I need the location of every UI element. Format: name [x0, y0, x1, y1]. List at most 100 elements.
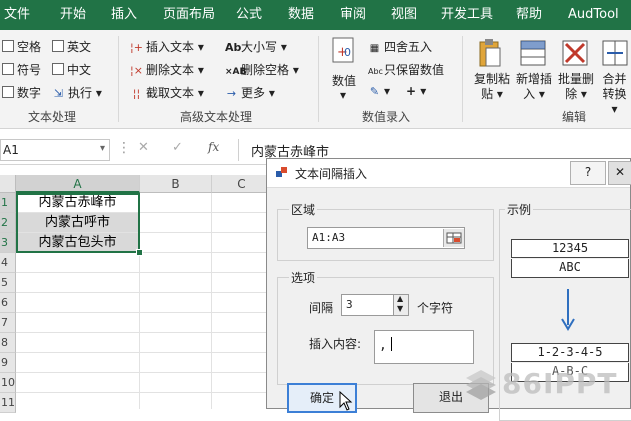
edit-icon: ✎ [369, 85, 380, 98]
mouse-cursor-icon [339, 390, 353, 414]
tab-review[interactable]: 审阅 [340, 0, 366, 30]
tab-view[interactable]: 视图 [391, 0, 417, 30]
selection-border [16, 193, 140, 253]
value-button[interactable]: 数值 [332, 72, 356, 89]
tab-insert[interactable]: 插入 [111, 0, 137, 30]
plus-icon: + [406, 84, 417, 98]
row-header[interactable]: 9 [0, 353, 16, 373]
row-header[interactable]: 1 [0, 193, 16, 213]
example-after-line-1: 1-2-3-4-5 [511, 343, 629, 362]
checkbox-symbol[interactable]: 符号 [2, 61, 41, 78]
checkbox-english[interactable]: 英文 [52, 38, 91, 55]
row-header[interactable]: 11 [0, 393, 16, 413]
extract-text-label: 截取文本 [146, 86, 195, 100]
insert-content-value: , [379, 338, 387, 353]
merge-convert-button[interactable]: 合并转换 ▾ [598, 72, 631, 117]
options-label: 选项 [289, 269, 318, 286]
checkbox-label: 英文 [67, 40, 92, 54]
clipboard-icon [476, 38, 506, 70]
execute-icon: ⇲ [53, 87, 64, 100]
edit-values-button[interactable]: ✎ ▾ [368, 84, 390, 98]
group-label-numeric-entry: 数值录入 [362, 110, 411, 124]
delete-text-button[interactable]: ¦× 删除文本 ▾ [130, 61, 204, 78]
interval-stepper[interactable]: ▲ ▼ [393, 294, 409, 316]
tab-developer[interactable]: 开发工具 [441, 0, 493, 30]
more-button[interactable]: → 更多 ▾ [225, 84, 275, 101]
watermark-logo-icon [466, 370, 496, 400]
keep-values-icon: Abc [368, 67, 383, 76]
checkbox-icon [2, 63, 14, 75]
row-header[interactable]: 10 [0, 373, 16, 393]
group-divider [462, 36, 463, 122]
fill-handle[interactable] [136, 249, 143, 256]
checkbox-number[interactable]: 数字 [2, 84, 41, 101]
name-box[interactable]: A1 ▾ [0, 139, 110, 161]
column-header-b[interactable]: B [140, 175, 212, 193]
insert-content-label: 插入内容: [309, 337, 362, 351]
row-header[interactable]: 4 [0, 253, 16, 273]
column-header-c[interactable]: C [212, 175, 272, 193]
tab-home[interactable]: 开始 [60, 0, 86, 30]
insert-text-label: 插入文本 [146, 40, 195, 54]
cancel-icon[interactable]: ✕ [138, 140, 149, 155]
checkbox-space[interactable]: 空格 [2, 38, 41, 55]
insert-content-input[interactable]: , [374, 330, 474, 364]
example-label: 示例 [505, 201, 534, 218]
row-header[interactable]: 3 [0, 233, 16, 253]
watermark-text: 86IPPT [502, 367, 618, 400]
copy-paste-button[interactable]: 复制粘贴 ▾ [472, 72, 512, 102]
close-button[interactable]: ✕ [608, 161, 631, 185]
row-header[interactable]: 5 [0, 273, 16, 293]
range-picker-button[interactable] [443, 229, 464, 247]
chevron-down-icon[interactable]: ▾ [100, 143, 105, 154]
row-header[interactable]: 6 [0, 293, 16, 313]
tab-page-layout[interactable]: 页面布局 [163, 0, 215, 30]
region-input[interactable]: A1:A3 [307, 227, 465, 249]
execute-button[interactable]: ⇲ 执行 ▾ [52, 84, 102, 101]
add-insert-button[interactable]: 新增插入 ▾ [514, 72, 554, 102]
row-header[interactable]: 2 [0, 213, 16, 233]
plus-button[interactable]: + ▾ [406, 84, 426, 98]
enter-icon[interactable]: ✓ [172, 140, 183, 155]
copy-paste-label: 复制粘贴 [473, 72, 510, 101]
group-label-text-processing: 文本处理 [28, 110, 77, 124]
arrow-right-icon: → [226, 87, 237, 100]
tab-audtool[interactable]: AudTool [568, 0, 619, 30]
checkbox-label: 空格 [17, 40, 42, 54]
chevron-down-icon: ▾ [340, 88, 347, 102]
keep-values-label: 只保留数值 [384, 63, 445, 77]
dialog-title-bar: 文本间隔插入 ? ✕ [267, 159, 631, 188]
insert-text-button[interactable]: ¦+ 插入文本 ▾ [130, 38, 204, 55]
svg-text:0: 0 [344, 46, 351, 59]
interval-input[interactable]: 3 [341, 294, 395, 316]
checkbox-icon [52, 40, 64, 52]
keep-values-button[interactable]: Abc只保留数值 [368, 61, 444, 78]
case-button[interactable]: Ab大小写 ▾ [225, 38, 287, 55]
column-header-a[interactable]: A [16, 175, 140, 193]
ok-label: 确定 [309, 391, 334, 405]
round-icon: ▦ [369, 43, 380, 54]
chevron-up-icon[interactable]: ▲ [397, 294, 403, 303]
tab-file[interactable]: 文件 [4, 0, 30, 30]
checkbox-label: 中文 [67, 63, 92, 77]
group-label-edit: 编辑 [562, 110, 587, 124]
delete-space-button[interactable]: ×AB删除空格 ▾ [225, 61, 299, 78]
tab-data[interactable]: 数据 [288, 0, 314, 30]
checkbox-label: 符号 [17, 63, 42, 77]
row-header[interactable]: 8 [0, 333, 16, 353]
help-button[interactable]: ? [570, 161, 606, 185]
chevron-down-icon[interactable]: ▼ [397, 304, 403, 313]
checkbox-chinese[interactable]: 中文 [52, 61, 91, 78]
round-button[interactable]: ▦ 四舍五入 [368, 38, 432, 55]
tab-formulas[interactable]: 公式 [236, 0, 262, 30]
merge-convert-label: 合并转换 [602, 72, 627, 101]
insert-function-button[interactable]: fx [208, 140, 219, 154]
insert-rows-icon [518, 38, 548, 70]
row-header[interactable]: 7 [0, 313, 16, 333]
name-box-value: A1 [3, 143, 19, 157]
select-all-corner[interactable] [0, 175, 16, 193]
tab-help[interactable]: 帮助 [516, 0, 542, 30]
batch-delete-button[interactable]: 批量删除 ▾ [556, 72, 596, 102]
more-label: 更多 [241, 86, 266, 100]
extract-text-button[interactable]: ¦¦ 截取文本 ▾ [130, 84, 204, 101]
